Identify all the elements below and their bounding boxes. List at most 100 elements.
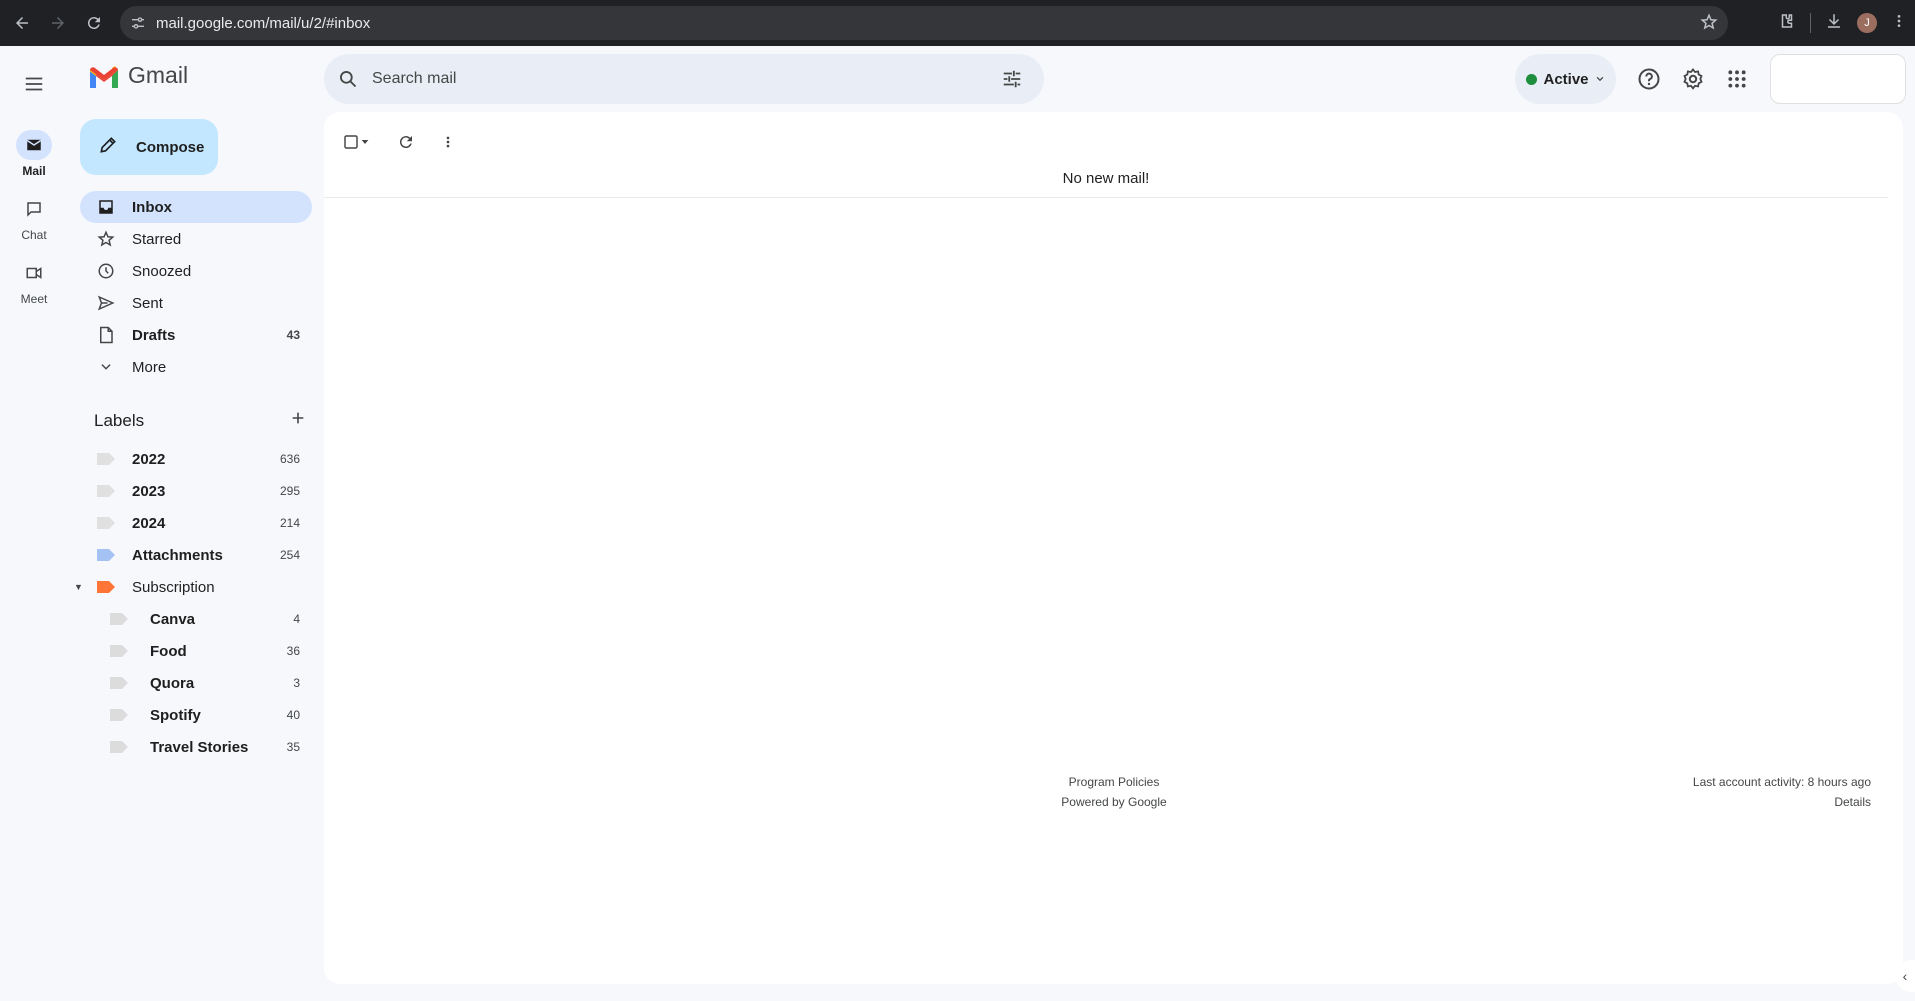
extensions-icon[interactable] [1778, 12, 1796, 35]
forward-icon[interactable] [40, 5, 76, 41]
label-name: 2023 [132, 482, 166, 500]
chevron-down-icon [1595, 71, 1605, 88]
status-dropdown[interactable]: Active [1515, 54, 1616, 104]
search-input[interactable]: Search mail [372, 70, 988, 88]
nav-item-starred[interactable]: Starred [80, 223, 312, 255]
rail-chat[interactable]: Chat [0, 194, 68, 242]
label-name: Food [150, 642, 187, 660]
label-item[interactable]: 2023 295 [80, 475, 312, 507]
label-name: 2022 [132, 450, 166, 468]
label-name: Travel Stories [150, 738, 249, 756]
label-name: Quora [150, 674, 195, 692]
clock-icon [80, 262, 132, 280]
help-icon[interactable] [1633, 63, 1665, 95]
labels-heading: Labels [94, 410, 145, 430]
last-activity-text: Last account activity: 8 hours ago [1692, 775, 1871, 789]
status-label: Active [1543, 70, 1589, 88]
footer-links: Program Policies Powered by Google [1004, 772, 1224, 812]
more-options-icon[interactable] [436, 124, 460, 160]
label-item[interactable]: Food 36 [80, 635, 312, 667]
label-item[interactable]: ▼ Subscription [74, 571, 312, 603]
account-switcher[interactable] [1770, 54, 1906, 104]
search-icon[interactable] [324, 69, 372, 89]
label-count: 36 [286, 644, 300, 658]
bookmark-star-icon[interactable] [1700, 13, 1718, 35]
profile-avatar[interactable]: J [1857, 13, 1877, 33]
draft-file-icon [80, 326, 132, 344]
reload-icon[interactable] [76, 5, 112, 41]
compose-button[interactable]: Compose [80, 119, 218, 175]
app-rail: Mail Chat Meet [0, 46, 68, 1001]
label-name: 2024 [132, 514, 166, 532]
label-item[interactable]: Travel Stories 35 [80, 731, 312, 763]
toolbar-divider [1810, 13, 1811, 33]
nav-item-snoozed[interactable]: Snoozed [80, 255, 312, 287]
settings-gear-icon[interactable] [1677, 63, 1709, 95]
label-item[interactable]: Spotify 40 [80, 699, 312, 731]
program-policies-link[interactable]: Program Policies [1004, 772, 1224, 792]
downloads-icon[interactable] [1825, 12, 1843, 35]
nav-item-sent[interactable]: Sent [80, 287, 312, 319]
caret-down-icon[interactable]: ▼ [74, 582, 83, 592]
nav-label: Drafts [132, 326, 176, 344]
chevron-down-icon [80, 360, 132, 374]
gmail-logo[interactable]: Gmail [88, 62, 188, 89]
label-count: 254 [279, 548, 300, 562]
gmail-m-icon [90, 65, 118, 88]
rail-mail[interactable]: Mail [0, 130, 68, 178]
rail-chat-label: Chat [21, 228, 47, 242]
add-label-plus-icon[interactable] [290, 410, 306, 431]
checkbox-icon [344, 135, 358, 149]
labels-header: Labels [94, 410, 306, 431]
nav-item-inbox[interactable]: Inbox [80, 191, 312, 223]
label-tag-icon [88, 677, 150, 689]
list-toolbar [336, 122, 460, 162]
label-count: 214 [279, 516, 300, 530]
url-text: mail.google.com/mail/u/2/#inbox [156, 14, 371, 32]
nav-label: Sent [132, 294, 163, 312]
back-icon[interactable] [4, 5, 40, 41]
label-item[interactable]: Canva 4 [80, 603, 312, 635]
powered-by-text: Powered by Google [1061, 795, 1167, 809]
select-checkbox[interactable] [336, 124, 376, 160]
label-item[interactable]: Attachments 254 [80, 539, 312, 571]
nav-item-more[interactable]: More [80, 351, 312, 383]
site-info-icon[interactable] [120, 15, 156, 31]
label-count: 295 [279, 484, 300, 498]
refresh-icon[interactable] [386, 124, 426, 160]
inbox-icon [80, 198, 132, 216]
label-tag-icon [80, 549, 132, 561]
search-options-icon[interactable] [988, 68, 1036, 90]
nav-item-drafts[interactable]: Drafts 43 [80, 319, 312, 351]
rail-meet[interactable]: Meet [0, 258, 68, 306]
label-name: Spotify [150, 706, 201, 724]
send-icon [80, 294, 132, 312]
label-name: Subscription [132, 578, 215, 596]
side-panel-toggle-icon[interactable]: ‹ [1895, 960, 1915, 992]
apps-grid-icon[interactable] [1721, 63, 1753, 95]
nav-label: Snoozed [132, 262, 192, 280]
account-activity: Last account activity: 8 hours ago Detai… [1693, 772, 1871, 812]
label-item[interactable]: Quora 3 [80, 667, 312, 699]
browser-menu-icon[interactable] [1891, 12, 1907, 35]
mail-list-panel: No new mail! Program Policies Powered by… [324, 112, 1903, 984]
mail-nav: Inbox Starred Snoozed Sent Drafts 43 Mor… [80, 191, 312, 383]
star-icon [80, 230, 132, 248]
label-count: 40 [286, 708, 300, 722]
label-item[interactable]: 2024 214 [80, 507, 312, 539]
main-menu-icon[interactable] [18, 68, 50, 100]
caret-down-icon [361, 140, 369, 144]
labels-list: 2022 636 2023 295 2024 214 Attachments 2… [74, 443, 312, 763]
search-bar[interactable]: Search mail [324, 54, 1044, 104]
address-bar[interactable]: mail.google.com/mail/u/2/#inbox [120, 6, 1728, 40]
label-tag-icon [88, 741, 150, 753]
label-item[interactable]: 2022 636 [80, 443, 312, 475]
details-link[interactable]: Details [1693, 792, 1871, 812]
label-tag-icon [80, 453, 132, 465]
compose-label: Compose [136, 138, 205, 156]
pencil-icon [98, 135, 118, 159]
label-count: 35 [286, 740, 300, 754]
label-count: 636 [279, 452, 300, 466]
label-tag-icon [88, 613, 150, 625]
rail-meet-label: Meet [20, 292, 48, 306]
